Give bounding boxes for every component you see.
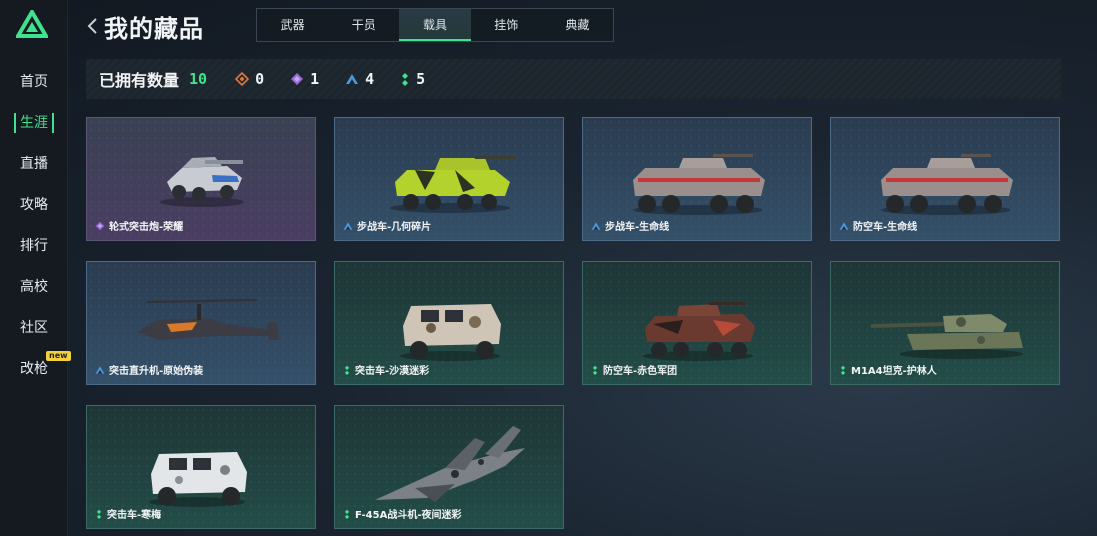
card-caption: 防空车-生命线	[839, 218, 917, 233]
orange-diamond-icon	[235, 72, 250, 86]
aa-red-legion-image	[643, 302, 755, 361]
sidebar-item-label: 社区	[20, 320, 48, 336]
rarity-orange-count: 0	[235, 70, 264, 88]
attack-helicopter-image	[137, 299, 279, 340]
vehicle-card[interactable]: 步战车-几何碎片	[334, 117, 564, 241]
rarity-purple-count: 1	[290, 70, 319, 88]
green-dots-icon	[344, 509, 350, 519]
owned-count-label: 已拥有数量	[99, 71, 180, 90]
rarity-blue-count: 4	[345, 70, 374, 88]
rarity-count: 0	[255, 70, 265, 88]
rarity-count: 1	[310, 70, 320, 88]
green-dots-icon	[402, 73, 409, 86]
assault-vehicle-desert-image	[400, 304, 501, 361]
blue-triangle-icon	[343, 221, 353, 230]
blue-triangle-icon	[839, 221, 849, 230]
sidebar-item-guide[interactable]: 攻略	[0, 191, 68, 219]
back-arrow-icon[interactable]	[84, 14, 100, 38]
sidebar-item-live[interactable]: 直播	[0, 150, 68, 178]
sidebar-item-college[interactable]: 高校	[0, 273, 68, 301]
green-dots-icon	[344, 365, 350, 375]
card-caption: F-45A战斗机-夜间迷彩	[343, 506, 461, 521]
card-caption: 突击车-寒梅	[95, 506, 161, 521]
blue-triangle-icon	[346, 74, 359, 84]
card-caption: 突击车-沙漠迷彩	[343, 362, 429, 377]
app-logo-icon[interactable]	[16, 10, 48, 38]
rarity-count: 4	[365, 70, 375, 88]
vehicle-card[interactable]: 防空车-生命线	[830, 117, 1060, 241]
sidebar-item-label: 改枪	[20, 361, 48, 377]
tab-collection[interactable]: 典藏	[542, 9, 613, 41]
vehicle-card[interactable]: 防空车-赤色军团	[582, 261, 812, 385]
sidebar-item-label: 高校	[20, 279, 48, 295]
purple-diamond-icon	[95, 221, 105, 230]
vehicle-card[interactable]: 步战车-生命线	[582, 117, 812, 241]
sidebar-item-community[interactable]: 社区	[0, 314, 68, 342]
vehicle-card[interactable]: M1A4坦克-护林人	[830, 261, 1060, 385]
green-dots-icon	[840, 365, 846, 375]
sidebar-item-label: 首页	[20, 74, 48, 90]
tab-charms[interactable]: 挂饰	[471, 9, 542, 41]
sidebar-item-home[interactable]: 首页	[0, 68, 68, 96]
ifv-lifeline-image	[633, 154, 765, 215]
card-title: 突击直升机-原始伪装	[109, 366, 204, 377]
vehicle-card[interactable]: F-45A战斗机-夜间迷彩	[334, 405, 564, 529]
sidebar-item-label: 攻略	[20, 197, 48, 213]
category-tabs: 武器 干员 载具 挂饰 典藏	[256, 8, 614, 42]
green-dots-icon	[592, 365, 598, 375]
tab-vehicles[interactable]: 载具	[399, 9, 471, 41]
sidebar-item-gunsmith[interactable]: 改枪 new	[0, 351, 71, 383]
blue-triangle-icon	[95, 365, 105, 374]
vehicle-card[interactable]: 轮式突击炮-荣耀	[86, 117, 316, 241]
rarity-green-count: 5	[400, 70, 425, 88]
blue-triangle-icon	[591, 221, 601, 230]
sidebar: 首页 生涯 直播 攻略 排行 高校 社区 改枪 new	[0, 0, 71, 536]
m1a4-tank-image	[870, 314, 1023, 359]
card-caption: 防空车-赤色军团	[591, 362, 677, 377]
card-title: 防空车-生命线	[853, 222, 918, 233]
vehicle-card[interactable]: 突击直升机-原始伪装	[86, 261, 316, 385]
card-caption: 轮式突击炮-荣耀	[95, 218, 183, 233]
sidebar-item-label: 排行	[20, 238, 48, 254]
card-title: 突击车-寒梅	[107, 510, 162, 521]
wheeled-assault-gun-image	[160, 157, 244, 207]
rarity-count: 5	[416, 70, 426, 88]
ownership-summary: 已拥有数量 10 0 1 4 5	[86, 59, 1061, 99]
page-title: 我的藏品	[104, 15, 204, 43]
ifv-geometric-image	[390, 156, 515, 213]
tab-weapons[interactable]: 武器	[257, 9, 328, 41]
f45a-fighter-image	[375, 426, 525, 502]
green-dots-icon	[96, 509, 102, 519]
card-title: 步战车-生命线	[605, 222, 670, 233]
card-title: 突击车-沙漠迷彩	[355, 366, 430, 377]
sidebar-item-label: 直播	[20, 156, 48, 172]
card-title: 轮式突击炮-荣耀	[109, 222, 184, 233]
purple-diamond-icon	[291, 73, 304, 85]
card-caption: 步战车-几何碎片	[343, 218, 431, 233]
vehicle-card[interactable]: 突击车-寒梅	[86, 405, 316, 529]
assault-vehicle-winter-plum-image	[149, 452, 247, 507]
card-caption: 突击直升机-原始伪装	[95, 362, 203, 377]
sidebar-item-label: 生涯	[14, 113, 54, 133]
aa-lifeline-image	[881, 154, 1013, 215]
sidebar-item-career[interactable]: 生涯	[0, 109, 68, 137]
sidebar-item-ranking[interactable]: 排行	[0, 232, 68, 260]
card-caption: 步战车-生命线	[591, 218, 669, 233]
card-title: 步战车-几何碎片	[357, 222, 432, 233]
new-badge: new	[46, 351, 71, 361]
card-title: M1A4坦克-护林人	[851, 366, 937, 377]
owned-count-value: 10	[189, 70, 208, 88]
tab-operators[interactable]: 干员	[328, 9, 399, 41]
vehicle-card[interactable]: 突击车-沙漠迷彩	[334, 261, 564, 385]
card-title: F-45A战斗机-夜间迷彩	[355, 510, 462, 521]
card-caption: M1A4坦克-护林人	[839, 362, 937, 377]
card-title: 防空车-赤色军团	[603, 366, 678, 377]
